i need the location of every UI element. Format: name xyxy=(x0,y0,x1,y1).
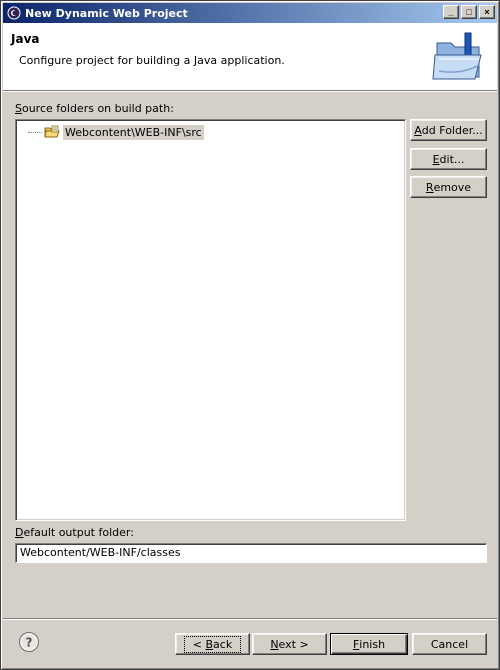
source-folders-tree[interactable]: Webcontent\WEB-INF\src xyxy=(15,119,406,521)
tree-connector xyxy=(28,131,42,133)
tree-item-label: Webcontent\WEB-INF\src xyxy=(63,124,204,140)
svg-text:?: ? xyxy=(26,635,33,649)
help-button[interactable]: ? xyxy=(18,631,40,656)
next-button[interactable]: Next > xyxy=(252,633,327,655)
close-icon: × xyxy=(484,6,490,17)
minimize-icon: _ xyxy=(448,6,454,17)
maximize-icon: □ xyxy=(466,6,472,17)
window-title: New Dynamic Web Project xyxy=(25,6,188,20)
page-title: Java xyxy=(11,32,40,46)
page-description: Configure project for building a Java ap… xyxy=(19,54,285,67)
edit-button[interactable]: Edit... xyxy=(410,148,487,170)
help-icon: ? xyxy=(18,631,40,656)
tree-item[interactable]: Webcontent\WEB-INF\src xyxy=(20,124,204,140)
footer-separator xyxy=(3,618,497,620)
add-folder-button[interactable]: Add Folder... xyxy=(410,119,487,141)
minimize-button[interactable]: _ xyxy=(443,5,459,19)
eclipse-icon xyxy=(6,5,22,21)
output-folder-label: Default output folder: xyxy=(15,526,134,539)
output-folder-input[interactable]: Webcontent/WEB-INF/classes xyxy=(15,543,487,563)
java-folder-wizard-icon xyxy=(431,29,491,83)
close-button[interactable]: × xyxy=(479,5,495,19)
title-bar[interactable]: New Dynamic Web Project _ □ × xyxy=(3,3,497,23)
maximize-button[interactable]: □ xyxy=(461,5,477,19)
banner-divider xyxy=(3,91,497,92)
finish-button[interactable]: Finish xyxy=(330,633,408,655)
back-button[interactable]: < Back xyxy=(175,633,250,655)
window-controls: _ □ × xyxy=(443,5,495,19)
wizard-banner: Java Configure project for building a Ja… xyxy=(3,23,497,91)
source-folders-label: Source folders on build path: xyxy=(15,102,174,115)
cancel-button[interactable]: Cancel xyxy=(412,633,487,655)
source-folder-icon xyxy=(44,124,60,140)
wizard-window: New Dynamic Web Project _ □ × Java Confi… xyxy=(0,0,500,670)
remove-button[interactable]: Remove xyxy=(410,176,487,198)
